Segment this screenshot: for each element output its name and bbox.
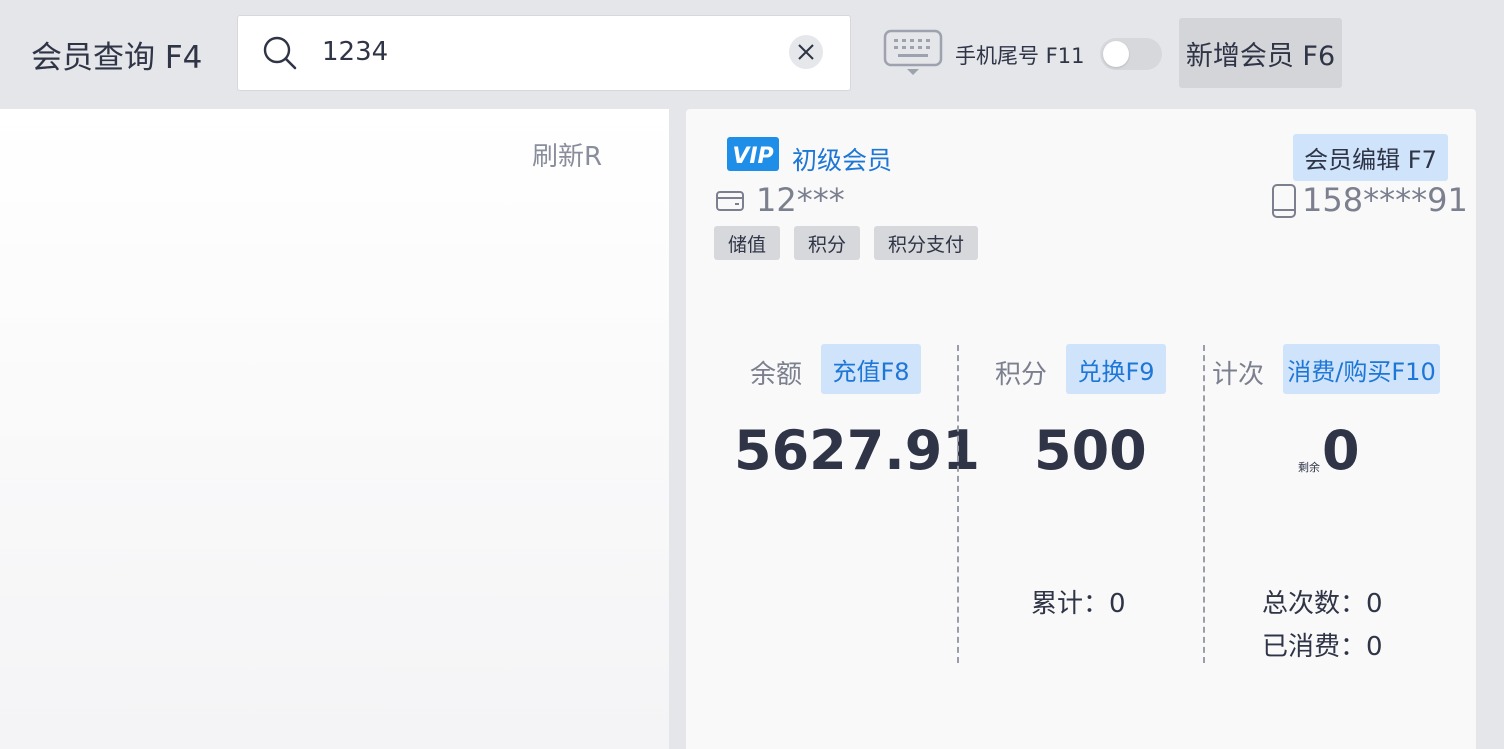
card-number: 12*** bbox=[756, 181, 845, 219]
phone-tail-toggle[interactable] bbox=[1100, 38, 1162, 70]
vip-badge-icon: VIP bbox=[727, 137, 779, 171]
points-label: 积分 bbox=[995, 360, 1048, 390]
vip-badge-text: VIP bbox=[732, 144, 773, 169]
tag-stored-value: 储值 bbox=[714, 226, 781, 260]
edit-member-button[interactable]: 会员编辑 F7 bbox=[1293, 134, 1448, 181]
count-total: 总次数：0 bbox=[1262, 589, 1383, 619]
tag-points-payment: 积分支付 bbox=[874, 226, 979, 260]
phone-tail-label: 手机尾号 F11 bbox=[955, 44, 1085, 68]
tag-points: 积分 bbox=[794, 226, 861, 260]
top-bar: 会员查询 F4 手机尾号 F11 新增会员 F6 bbox=[0, 0, 1504, 106]
keyboard-icon[interactable] bbox=[883, 28, 943, 76]
clear-search-button[interactable] bbox=[789, 35, 823, 69]
balance-value: 5627.91 bbox=[734, 419, 980, 482]
member-tags: 储值 积分 积分支付 bbox=[714, 226, 979, 260]
close-icon bbox=[798, 44, 814, 60]
page-title: 会员查询 F4 bbox=[31, 40, 203, 76]
remain-prefix: 剩余 bbox=[1298, 461, 1320, 474]
balance-label: 余额 bbox=[750, 360, 803, 390]
column-divider bbox=[957, 345, 959, 663]
column-divider bbox=[1203, 345, 1205, 663]
member-detail-panel: VIP 初级会员 会员编辑 F7 12*** 158****91 储值 积分 积… bbox=[686, 109, 1476, 749]
member-list-panel: 刷新R bbox=[0, 109, 669, 749]
toggle-knob bbox=[1103, 41, 1129, 67]
count-remain-value: 0 bbox=[1322, 419, 1360, 482]
refresh-button[interactable]: 刷新R bbox=[532, 136, 602, 173]
add-member-button[interactable]: 新增会员 F6 bbox=[1179, 18, 1342, 88]
consume-buy-button[interactable]: 消费/购买F10 bbox=[1283, 344, 1440, 394]
card-icon bbox=[716, 191, 744, 211]
points-value: 500 bbox=[1034, 419, 1147, 482]
count-label: 计次 bbox=[1212, 360, 1265, 390]
search-input[interactable] bbox=[322, 32, 762, 72]
count-used: 已消费：0 bbox=[1262, 632, 1383, 662]
member-level: 初级会员 bbox=[792, 146, 893, 175]
search-icon bbox=[263, 36, 297, 70]
search-box[interactable] bbox=[237, 15, 851, 91]
exchange-button[interactable]: 兑换F9 bbox=[1066, 344, 1166, 394]
recharge-button[interactable]: 充值F8 bbox=[821, 344, 921, 394]
points-cumulative: 累计：0 bbox=[1031, 589, 1126, 619]
phone-number: 158****91 bbox=[1302, 181, 1468, 219]
phone-icon bbox=[1272, 184, 1296, 218]
